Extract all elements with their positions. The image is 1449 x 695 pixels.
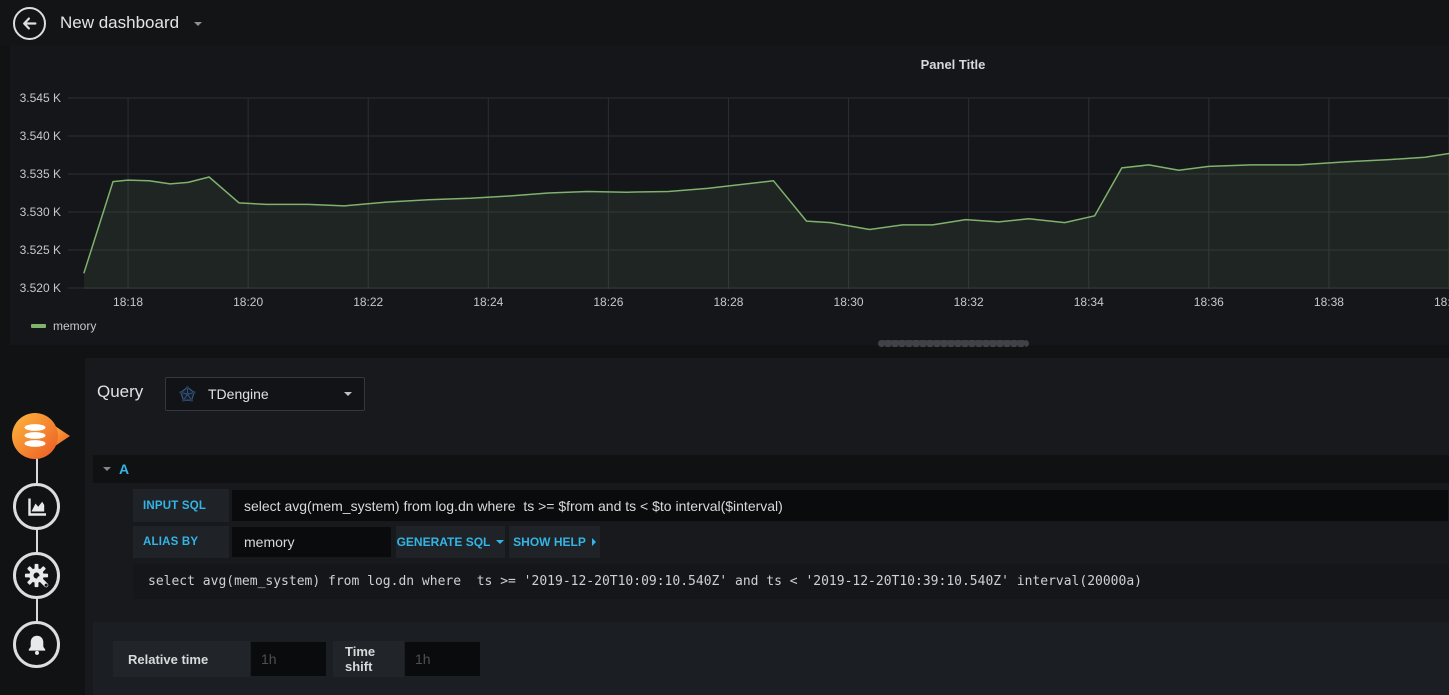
input-sql-row: INPUT SQL xyxy=(133,489,1449,522)
tab-visualization[interactable] xyxy=(13,483,60,530)
svg-text:18:40: 18:40 xyxy=(1434,295,1449,309)
alias-by-label: ALIAS BY xyxy=(133,526,229,558)
query-ref-id: A xyxy=(119,461,130,477)
show-help-label: SHOW HELP xyxy=(513,535,586,549)
tab-queries[interactable] xyxy=(8,409,72,463)
query-editor-panel: Query TDengine A INPUT SQL ALIAS BY GENE… xyxy=(85,358,1449,695)
svg-text:3.530 K: 3.530 K xyxy=(20,205,61,219)
time-options-box: Relative time Time shift xyxy=(93,622,1449,695)
chevron-down-icon xyxy=(194,22,202,26)
svg-text:3.525 K: 3.525 K xyxy=(20,243,61,257)
svg-text:3.535 K: 3.535 K xyxy=(20,167,61,181)
svg-text:18:34: 18:34 xyxy=(1074,295,1104,309)
svg-text:18:20: 18:20 xyxy=(233,295,263,309)
time-options-row: Relative time Time shift xyxy=(113,641,481,677)
svg-text:18:22: 18:22 xyxy=(353,295,383,309)
svg-text:18:32: 18:32 xyxy=(954,295,984,309)
back-button[interactable] xyxy=(13,7,46,40)
legend-label: memory xyxy=(53,319,97,333)
time-shift-input[interactable] xyxy=(404,641,481,677)
top-navbar: New dashboard xyxy=(0,0,1449,45)
dashboard-title[interactable]: New dashboard xyxy=(60,0,179,45)
collapse-caret-icon xyxy=(103,467,111,471)
time-shift-label: Time shift xyxy=(333,641,404,677)
legend-item-memory[interactable]: memory xyxy=(31,319,96,333)
generate-sql-label: GENERATE SQL xyxy=(396,535,491,549)
graph-panel: 3.545 K 3.540 K 3.535 K 3.530 K 3.525 K 3.520… xyxy=(10,45,1449,345)
arrow-left-icon xyxy=(23,17,37,30)
input-sql-field[interactable] xyxy=(231,489,1449,522)
tab-rail-connector xyxy=(36,434,38,646)
svg-text:18:36: 18:36 xyxy=(1194,295,1224,309)
relative-time-input[interactable] xyxy=(250,641,327,677)
generated-sql-preview: select avg(mem_system) from log.dn where… xyxy=(133,564,1449,599)
alias-by-row: ALIAS BY GENERATE SQL SHOW HELP xyxy=(133,526,1449,558)
svg-text:18:26: 18:26 xyxy=(593,295,623,309)
svg-text:3.520 K: 3.520 K xyxy=(20,281,61,295)
panel-resize-handle[interactable] xyxy=(878,340,1029,347)
tab-general[interactable] xyxy=(13,552,60,599)
svg-text:18:24: 18:24 xyxy=(473,295,503,309)
chevron-right-icon xyxy=(591,538,596,546)
input-sql-label: INPUT SQL xyxy=(133,489,229,522)
svg-text:18:28: 18:28 xyxy=(713,295,743,309)
gear-wrench-icon xyxy=(24,563,49,588)
svg-text:3.545 K: 3.545 K xyxy=(20,91,61,105)
tab-alert[interactable] xyxy=(13,621,60,668)
generate-sql-button[interactable]: GENERATE SQL xyxy=(396,526,505,558)
chevron-down-icon xyxy=(496,540,505,544)
chevron-down-icon xyxy=(344,392,352,396)
datasource-name: TDengine xyxy=(208,386,269,402)
svg-text:18:38: 18:38 xyxy=(1314,295,1344,309)
bell-icon xyxy=(28,635,45,655)
relative-time-label: Relative time xyxy=(113,641,250,677)
legend-color-swatch xyxy=(31,324,46,328)
svg-text:3.540 K: 3.540 K xyxy=(20,129,61,143)
area-chart-icon xyxy=(27,498,46,516)
svg-text:18:18: 18:18 xyxy=(113,295,143,309)
svg-text:18:30: 18:30 xyxy=(834,295,864,309)
panel-title[interactable]: Panel Title xyxy=(921,57,986,72)
show-help-button[interactable]: SHOW HELP xyxy=(509,526,600,558)
datasource-select[interactable]: TDengine xyxy=(165,377,365,411)
alias-by-field[interactable] xyxy=(231,526,392,558)
tdengine-icon xyxy=(179,385,196,402)
query-row-header[interactable]: A xyxy=(93,455,1449,483)
time-series-chart[interactable]: 3.545 K 3.540 K 3.535 K 3.530 K 3.525 K 3.520… xyxy=(10,45,1449,345)
database-icon xyxy=(12,413,70,459)
query-section-title: Query xyxy=(97,382,144,401)
